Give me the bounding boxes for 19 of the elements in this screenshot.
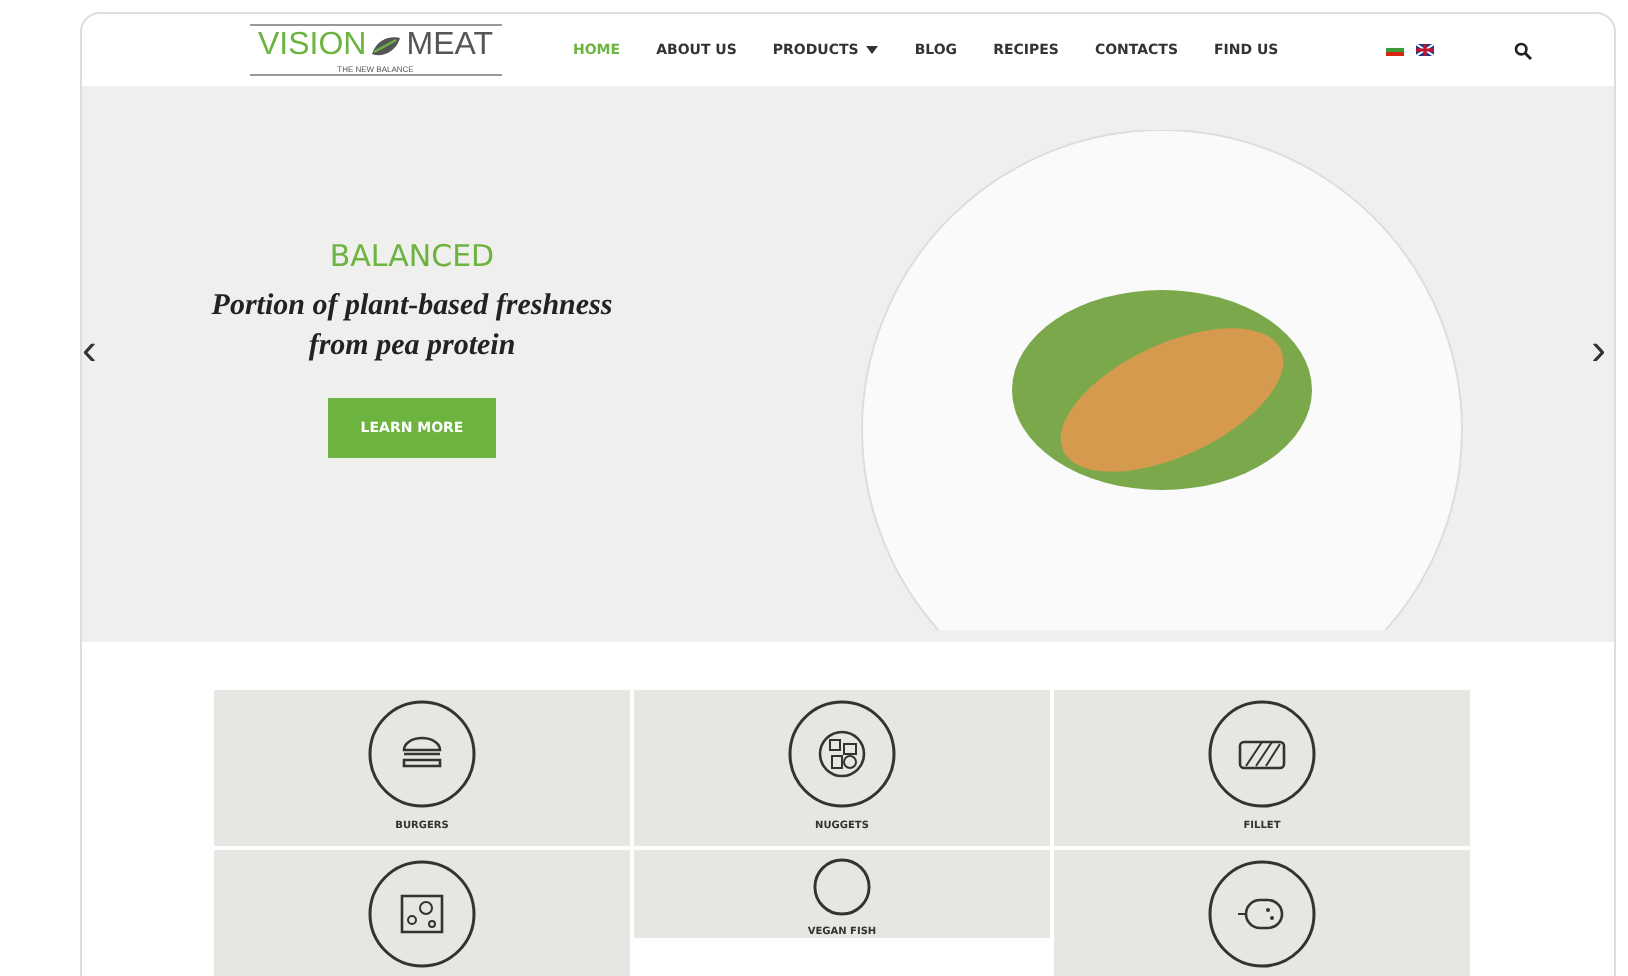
caret-icon [866, 46, 879, 54]
cheese-icon [366, 858, 478, 970]
previous-slide-button[interactable]: ‹ [82, 330, 97, 370]
sausage-icon [1206, 858, 1318, 970]
logo-text: MEAT [406, 28, 493, 64]
next-slide-button[interactable]: › [1591, 330, 1606, 370]
flag-icon[interactable] [1386, 44, 1405, 56]
category-tile[interactable] [214, 850, 630, 976]
search-icon[interactable] [1514, 41, 1533, 59]
logo-text: VISION [258, 28, 367, 64]
nuggets-icon [786, 698, 898, 810]
hero-heading: BALANCED [329, 238, 495, 274]
fillet-icon [1206, 698, 1318, 810]
leaf-icon [370, 34, 403, 58]
circle-icon [812, 858, 872, 916]
burger-icon [366, 698, 478, 810]
category-tile[interactable] [1054, 850, 1470, 976]
flag-icon[interactable] [1416, 44, 1435, 56]
hero-text: Portion of plant-based freshness from pea protein [209, 288, 615, 366]
